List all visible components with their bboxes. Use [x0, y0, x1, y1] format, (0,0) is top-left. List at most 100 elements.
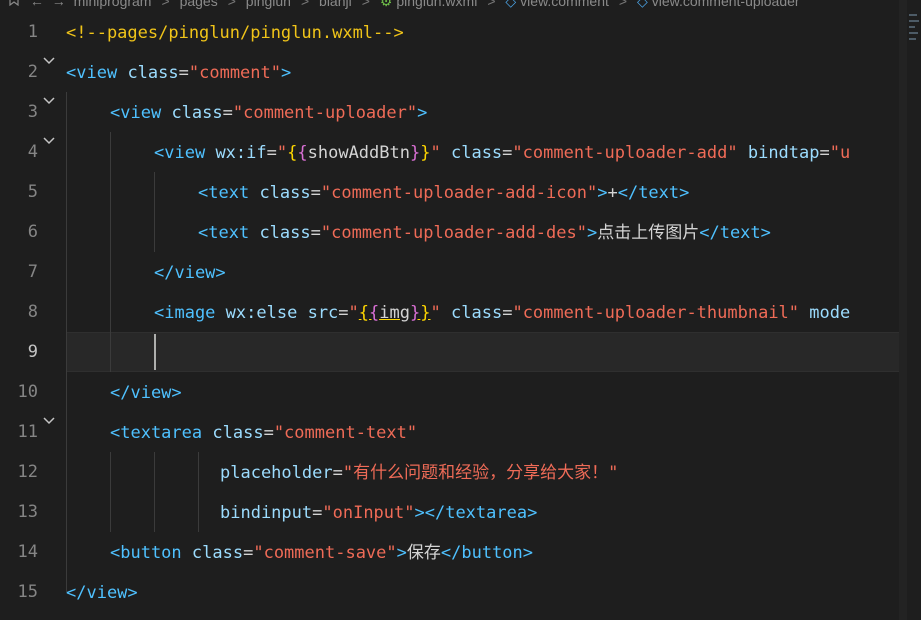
code-token: src: [307, 303, 339, 323]
code-token: "comment-uploader-thumbnail": [512, 303, 800, 323]
breadcrumb-item[interactable]: view.comment-uploader: [652, 0, 800, 9]
code-token: </text>: [617, 183, 690, 203]
line-number: 8: [27, 302, 38, 322]
indent-guide: [110, 132, 111, 372]
code-token: {: [287, 143, 298, 163]
line-number: 13: [17, 502, 38, 522]
vertical-scrollbar[interactable]: [899, 0, 907, 620]
code-token: class: [259, 183, 311, 203]
indent-guide: [154, 172, 155, 252]
code-token: class: [127, 63, 179, 83]
breadcrumb-separator: >: [161, 0, 170, 9]
code-line[interactable]: <button class="comment-save">保存</button>: [110, 543, 533, 563]
code-line[interactable]: <textarea class="comment-text": [110, 423, 417, 443]
code-line[interactable]: <view class="comment-uploader">: [110, 103, 427, 123]
code-token: <textarea: [110, 423, 203, 443]
line-number: 9: [27, 342, 38, 362]
code-line[interactable]: </view>: [110, 383, 182, 403]
code-token: }: [420, 143, 431, 163]
code-token: <text: [198, 183, 250, 203]
fold-chevron-icon[interactable]: [42, 54, 56, 68]
code-token: </text>: [699, 223, 771, 243]
code-token: "comment-save": [253, 543, 397, 563]
code-line[interactable]: <text class="comment-uploader-add-des">点…: [198, 223, 771, 243]
code-line[interactable]: </view>: [154, 263, 226, 283]
fold-chevron-icon[interactable]: [42, 134, 56, 148]
code-token: +: [607, 183, 618, 203]
code-token: =: [243, 543, 254, 563]
forward-arrow-icon[interactable]: →: [52, 0, 66, 9]
code-token: bindtap: [747, 143, 820, 163]
code-token: =: [263, 423, 274, 443]
line-number: 5: [27, 182, 38, 202]
bookmark-icon[interactable]: [8, 0, 20, 7]
code-token: mode: [809, 303, 851, 323]
code-token: }: [410, 303, 421, 323]
code-token: wx:if: [215, 143, 267, 163]
code-token: </button>: [440, 543, 534, 563]
code-token: bindinput: [220, 503, 313, 523]
code-line[interactable]: <!--pages/pinglun/pinglun.wxml-->: [66, 23, 404, 43]
cube-icon: ◇: [505, 0, 517, 9]
code-token: =: [222, 103, 233, 123]
breadcrumb-separator: >: [361, 0, 370, 9]
code-token: class: [450, 143, 503, 163]
breadcrumb-item[interactable]: pinglun: [246, 0, 291, 9]
code-token: </view>: [154, 263, 226, 283]
minimap-line: [909, 20, 919, 22]
back-arrow-icon[interactable]: ←: [30, 0, 44, 9]
fold-chevron-icon[interactable]: [42, 94, 56, 108]
code-token: >: [597, 183, 608, 203]
minimap[interactable]: [907, 0, 921, 620]
code-token: <view: [110, 103, 162, 123]
line-number: 1: [27, 22, 38, 42]
code-line[interactable]: <image wx:else src="{{img}}" class="comm…: [154, 303, 850, 323]
line-number: 4: [27, 142, 38, 162]
code-token: "comment-uploader-add": [512, 143, 738, 163]
code-token: ": [348, 303, 359, 323]
code-token: <image: [154, 303, 216, 323]
code-line[interactable]: </view>: [66, 583, 138, 603]
fold-chevron-icon[interactable]: [42, 414, 56, 428]
breadcrumb-item[interactable]: miniprogram: [74, 0, 152, 9]
code-token: "comment-uploader-add-des": [320, 223, 587, 243]
code-line[interactable]: placeholder="有什么问题和经验，分享给大家！": [220, 463, 618, 483]
breadcrumb-item[interactable]: bianji: [319, 0, 352, 9]
code-token: <!--pages/pinglun/pinglun.wxml-->: [66, 23, 404, 43]
code-token: img: [379, 303, 411, 323]
indent-guide: [198, 452, 199, 532]
line-number: 2: [27, 62, 38, 82]
line-number: 14: [17, 542, 38, 562]
indent-guide: [154, 452, 155, 532]
breadcrumb-item[interactable]: pinglun.wxml: [396, 0, 477, 9]
minimap-line: [909, 32, 918, 34]
code-line[interactable]: <text class="comment-uploader-add-icon">…: [198, 183, 689, 203]
code-line[interactable]: <view wx:if="{{showAddBtn}}" class="comm…: [154, 143, 850, 163]
code-token: >: [281, 63, 292, 83]
code-token: >: [396, 543, 407, 563]
code-line[interactable]: bindinput="onInput"></textarea>: [220, 503, 537, 523]
code-token: "comment-uploader": [232, 103, 418, 123]
code-token: }: [409, 143, 421, 163]
code-line[interactable]: <view class="comment">: [66, 63, 291, 83]
code-token: 点击上传图片: [597, 223, 700, 243]
line-number: 12: [17, 462, 38, 482]
breadcrumb-item[interactable]: view.comment: [520, 0, 609, 9]
code-token: </view>: [110, 383, 182, 403]
code-token: =: [310, 223, 321, 243]
code-token: </view>: [66, 583, 138, 603]
breadcrumb-separator: >: [618, 0, 628, 9]
code-token: 保存: [406, 543, 441, 563]
code-editor[interactable]: ← → miniprogram > pages > pinglun > bianji >…: [0, 0, 921, 620]
line-number: 6: [27, 222, 38, 242]
code-token: {: [358, 303, 370, 323]
code-token: "comment-uploader-add-icon": [320, 183, 598, 203]
breadcrumb-item[interactable]: pages: [180, 0, 218, 9]
